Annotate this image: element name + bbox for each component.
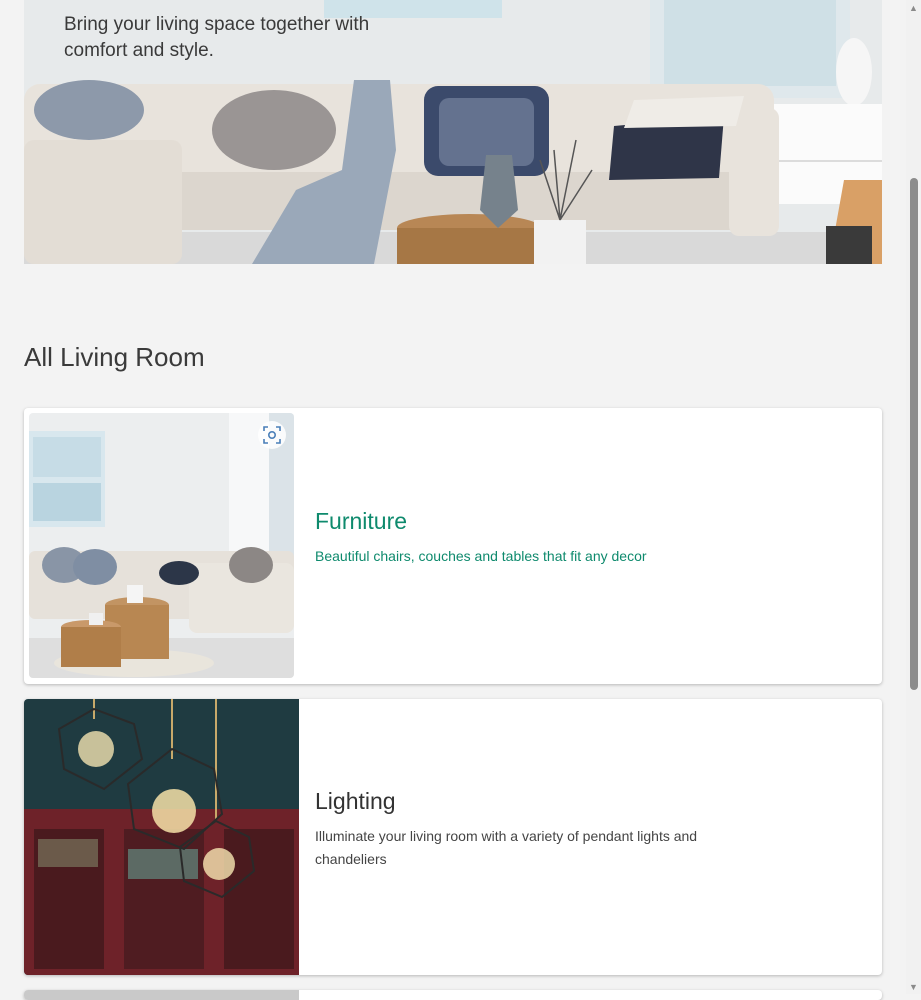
category-card-furniture[interactable]: Furniture Beautiful chairs, couches and … bbox=[24, 408, 882, 684]
card-title[interactable]: Lighting bbox=[315, 788, 745, 815]
vertical-scrollbar[interactable]: ▲ ▼ bbox=[906, 0, 921, 994]
card-description: Beautiful chairs, couches and tables tha… bbox=[315, 548, 647, 564]
lighting-image bbox=[24, 699, 299, 975]
scroll-down-arrow-icon[interactable]: ▼ bbox=[906, 979, 921, 994]
next-card-image bbox=[24, 990, 299, 1000]
hero-subtitle: Bring your living space together with co… bbox=[64, 14, 370, 61]
hero-banner: Bring your living space together with co… bbox=[24, 0, 882, 264]
category-card-next[interactable] bbox=[24, 990, 882, 1000]
furniture-image bbox=[29, 413, 294, 678]
card-text: Furniture Beautiful chairs, couches and … bbox=[315, 508, 745, 568]
category-card-lighting[interactable]: Lighting Illuminate your living room wit… bbox=[24, 699, 882, 975]
scroll-up-arrow-icon[interactable]: ▲ bbox=[906, 0, 921, 15]
scrollbar-thumb[interactable] bbox=[910, 178, 918, 690]
card-title[interactable]: Furniture bbox=[315, 508, 745, 535]
visual-search-icon[interactable] bbox=[258, 421, 286, 449]
section-title: All Living Room bbox=[24, 342, 205, 372]
card-description: Illuminate your living room with a varie… bbox=[315, 828, 698, 867]
card-text: Lighting Illuminate your living room wit… bbox=[315, 788, 745, 871]
